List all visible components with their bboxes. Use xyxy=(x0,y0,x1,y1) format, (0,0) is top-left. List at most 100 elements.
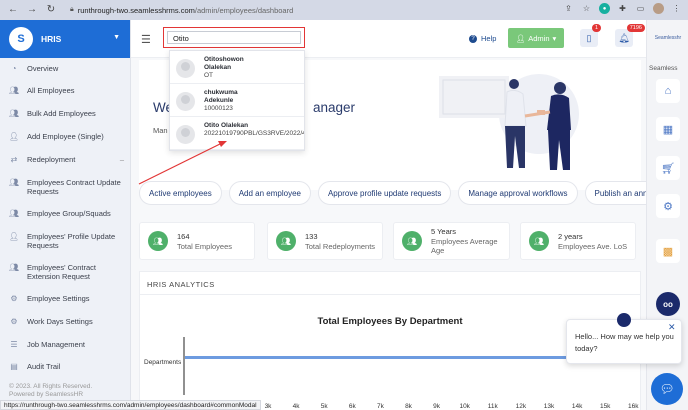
search-input[interactable]: Otito xyxy=(167,31,301,44)
clipboard-icon: ▯ xyxy=(586,32,592,43)
search-result-item[interactable]: chukwuma Adekunle 10000123 xyxy=(170,84,304,117)
notifications-button[interactable]: 🔔︎ 7196 xyxy=(615,24,645,47)
sidebar-item-contract-extension[interactable]: 👥︎ Employees' Contract Extension Request xyxy=(0,263,131,281)
sidebar-item-audit-trail[interactable]: ▤ Audit Trail xyxy=(0,362,67,371)
assistant-icon[interactable]: oo xyxy=(656,292,680,316)
x-tick-label: 14k xyxy=(572,403,583,410)
url-host: runthrough-two.seamlesshrms.com xyxy=(77,5,195,15)
sidepanel-icon[interactable]: ▭ xyxy=(635,3,646,14)
extension-icon[interactable]: ● xyxy=(599,3,610,14)
profile-avatar[interactable] xyxy=(653,3,664,14)
settings-icon[interactable]: ⚙ xyxy=(656,194,680,218)
rightbar-label: Seamless xyxy=(649,65,678,72)
sidebar-item-redeployment[interactable]: ⇄ Redeployment – xyxy=(0,155,131,164)
department-chart: Departments 3k 4k 5k 6k 7k 8k 9k 10k 11k 12k 13k 14k… xyxy=(144,337,639,410)
x-tick-label: 7k xyxy=(377,403,385,410)
sidebar-item-groups[interactable]: 👥︎ Employee Group/Squads xyxy=(0,209,118,218)
stat-card: 👥︎ 133 Total Redeployments xyxy=(267,222,383,260)
chat-launcher-button[interactable]: 💬︎ xyxy=(651,373,683,405)
search-highlight: Otito xyxy=(163,27,305,48)
sidebar-item-bulk-add[interactable]: 👥︎ Bulk Add Employees xyxy=(0,109,103,118)
close-icon[interactable]: ✕ xyxy=(668,322,676,333)
hamburger-icon[interactable]: ☰ xyxy=(141,33,151,46)
user-plus-icon: 👤︎ xyxy=(8,132,20,141)
tab-approve-profile[interactable]: Approve profile update requests xyxy=(317,181,452,205)
gear-icon: ⚙ xyxy=(10,294,18,303)
x-tick-label: 8k xyxy=(405,403,413,410)
copyright: © 2023. All Rights Reserved. Powered by … xyxy=(9,383,93,398)
users-icon: 👥︎ xyxy=(529,231,549,251)
document-icon: ▤ xyxy=(10,362,18,371)
chevron-icon: – xyxy=(119,155,124,164)
x-tick-label: 3k xyxy=(265,403,273,410)
share-icon[interactable]: ⇪ xyxy=(563,3,574,14)
bell-icon: 🔔︎ xyxy=(618,32,630,43)
x-tick-label: 5k xyxy=(321,403,329,410)
sidebar-item-overview[interactable]: ◔ Overview xyxy=(0,64,65,73)
dashboard-icon: ◔ xyxy=(11,64,17,73)
swap-icon: ⇄ xyxy=(10,155,18,164)
x-tick-label: 6k xyxy=(349,403,357,410)
reload-icon[interactable]: ↻ xyxy=(45,0,57,20)
home-icon[interactable]: ⌂ xyxy=(656,79,680,103)
users-icon: 👥︎ xyxy=(8,263,20,272)
tab-active-employees[interactable]: Active employees xyxy=(139,181,222,205)
users-add-icon: 👥︎ xyxy=(8,109,20,118)
tasks-button[interactable]: ▯ 1 xyxy=(580,24,601,47)
sidebar-item-add-single[interactable]: 👤︎ Add Employee (Single) xyxy=(0,132,111,141)
puzzle-icon[interactable]: ✚ xyxy=(617,3,628,14)
x-tick-label: 12k xyxy=(516,403,527,410)
handshake-illustration xyxy=(439,74,579,170)
apps-icon[interactable]: ▩ xyxy=(656,239,680,263)
users-icon: 👥︎ xyxy=(402,231,422,251)
sidebar-item-job-management[interactable]: ☰ Job Management xyxy=(0,340,92,349)
search-results-dropdown: Otitoshowon Olalekan OT chukwuma Adekunl… xyxy=(169,50,305,151)
sidebar: S HRIS ▼ ◔ Overview 👥︎ All Employees 👥︎ Bul… xyxy=(0,20,131,410)
forward-icon[interactable]: → xyxy=(26,0,38,20)
avatar xyxy=(176,59,195,78)
sidebar-item-all-employees[interactable]: 👥︎ All Employees xyxy=(0,86,82,95)
x-tick-label: 16k xyxy=(628,403,639,410)
users-icon: 👥︎ xyxy=(276,231,296,251)
caret-down-icon[interactable]: ▼ xyxy=(113,34,120,41)
x-tick-label: 15k xyxy=(600,403,611,410)
chat-icon: 💬︎ xyxy=(659,382,675,396)
avatar xyxy=(176,125,195,144)
sidebar-item-employee-settings[interactable]: ⚙ Employee Settings xyxy=(0,294,97,303)
x-tick-label: 4k xyxy=(293,403,301,410)
menu-dots-icon[interactable]: ⋮ xyxy=(671,3,682,14)
avatar xyxy=(176,92,195,111)
cart-icon[interactable]: 🛒︎ xyxy=(656,156,680,180)
users-icon: 👥︎ xyxy=(8,178,20,187)
stats-row: 👥︎ 164 Total Employees 👥︎ 133 Total Redepl… xyxy=(139,222,646,262)
sidebar-item-profile-update[interactable]: 👤︎ Employees' Profile Update Requests xyxy=(0,232,131,250)
grid-icon[interactable]: ▦ xyxy=(656,117,680,141)
stat-card: 👥︎ 5 Years Employees Average Age xyxy=(393,222,510,260)
url-path: /admin/employees/dashboard xyxy=(194,5,294,15)
lock-icon: 🔒︎ xyxy=(70,6,74,13)
caret-down-icon: ▾ xyxy=(552,33,557,43)
back-icon[interactable]: ← xyxy=(7,0,19,20)
quick-actions: Active employees Add an employee Approve… xyxy=(139,181,646,205)
list-icon: ☰ xyxy=(10,340,18,349)
tab-approval-workflows[interactable]: Manage approval workflows xyxy=(458,181,578,205)
tab-publish-announcement[interactable]: Publish an annou xyxy=(584,181,646,205)
chart-title: Total Employees By Department xyxy=(317,316,463,327)
star-icon[interactable]: ☆ xyxy=(581,3,592,14)
help-link[interactable]: ? Help xyxy=(469,34,496,43)
search-result-item[interactable]: Otitoshowon Olalekan OT xyxy=(170,51,304,84)
tab-add-employee[interactable]: Add an employee xyxy=(228,181,311,205)
brand-header[interactable]: S HRIS ▼ xyxy=(0,20,130,58)
category-label: Departments xyxy=(144,359,182,366)
address-bar[interactable]: 🔒︎ runthrough-two.seamlesshrms.com/admin… xyxy=(65,3,425,17)
search-result-item[interactable]: Otito Olalekan 20221019790PBL/GS3RVE/202… xyxy=(170,117,304,150)
hero-subtitle: Man xyxy=(153,126,168,135)
brand-title: HRIS xyxy=(41,34,62,44)
gear-icon: ⚙ xyxy=(10,317,18,326)
x-tick-label: 9k xyxy=(433,403,441,410)
status-bar-url: https://runthrough-two.seamlesshrms.com/… xyxy=(0,400,261,410)
admin-button[interactable]: 👤︎ Admin ▾ xyxy=(508,28,564,48)
sidebar-item-workdays[interactable]: ⚙ Work Days Settings xyxy=(0,317,100,326)
seamless-logo: Seamlesshr xyxy=(654,35,682,41)
sidebar-item-contract-update[interactable]: 👥︎ Employees Contract Update Requests xyxy=(0,178,131,196)
